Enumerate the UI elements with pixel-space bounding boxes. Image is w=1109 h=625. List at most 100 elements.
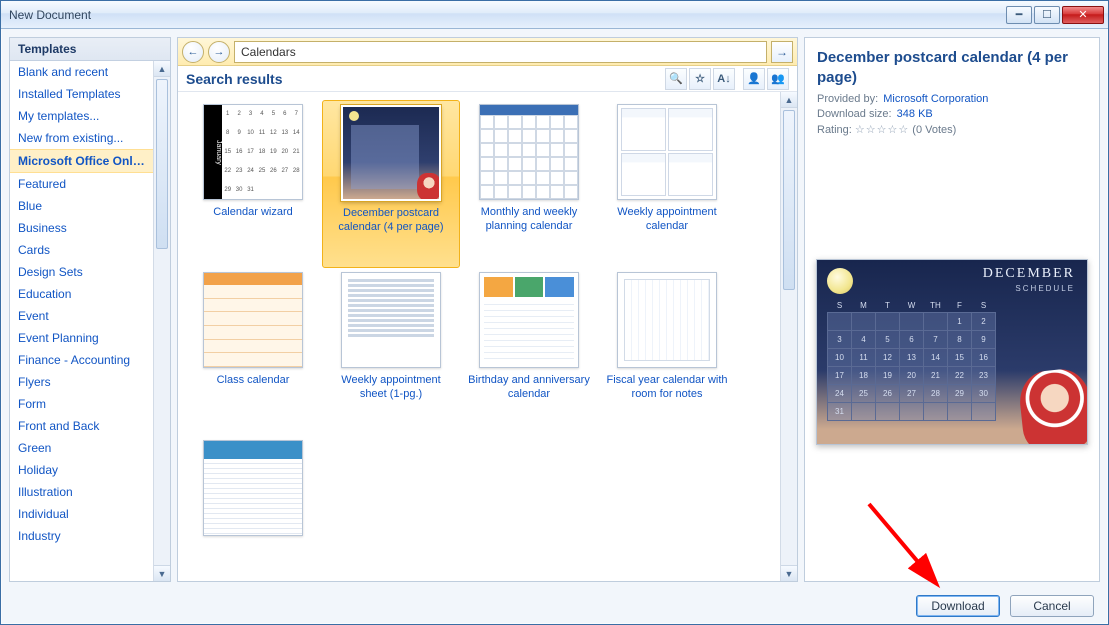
template-class-calendar[interactable]: Class calendar [184, 268, 322, 436]
download-size: Download size: 348 KB [817, 108, 1087, 120]
scroll-down-icon[interactable]: ▼ [781, 565, 797, 581]
forward-button[interactable]: → [208, 41, 230, 63]
thumbnail [203, 440, 303, 536]
details-panel: December postcard calendar (4 per page) … [804, 37, 1100, 582]
scroll-up-icon[interactable]: ▲ [154, 61, 170, 77]
thumbnail [617, 272, 717, 368]
maximize-button[interactable]: ☐ [1034, 6, 1060, 24]
template-december-postcard[interactable]: December postcard calendar (4 per page) [322, 100, 460, 268]
rating-votes: (0 Votes) [912, 124, 956, 136]
results-area: January123456789101112131415161718192021… [178, 92, 797, 581]
sidebar-item-design-sets[interactable]: Design Sets [10, 261, 153, 283]
sidebar-item-business[interactable]: Business [10, 217, 153, 239]
scroll-down-icon[interactable]: ▼ [154, 565, 170, 581]
sidebar-item-featured[interactable]: Featured [10, 173, 153, 195]
sidebar-scrollbar[interactable]: ▲ ▼ [153, 61, 170, 581]
sidebar-item-cards[interactable]: Cards [10, 239, 153, 261]
results-scrollbar[interactable]: ▲ ▼ [780, 92, 797, 581]
dialog-body: Templates Blank and recent Installed Tem… [1, 29, 1108, 588]
rating-row: Rating: ☆☆☆☆☆ (0 Votes) [817, 123, 1087, 136]
template-label: Weekly appointment calendar [603, 206, 731, 234]
titlebar: New Document ━ ☐ ✕ [1, 1, 1108, 29]
search-input[interactable]: Calendars [234, 41, 767, 63]
nav-toolbar: ← → Calendars → [178, 38, 797, 66]
sidebar-item-event[interactable]: Event [10, 305, 153, 327]
results-title: Search results [186, 71, 283, 87]
sidebar-item-my-templates[interactable]: My templates... [10, 105, 153, 127]
scroll-thumb[interactable] [783, 110, 795, 290]
template-label: Birthday and anniversary calendar [465, 374, 593, 402]
details-title: December postcard calendar (4 per page) [817, 48, 1087, 87]
star-icon: ☆☆☆☆☆ [855, 124, 909, 136]
thumbnail [341, 272, 441, 368]
sidebar-item-new-from-existing[interactable]: New from existing... [10, 127, 153, 149]
provided-by-value: Microsoft Corporation [883, 93, 988, 105]
sort-icon[interactable]: A↓ [713, 68, 735, 90]
preview-calendar-grid: SMTWTHFS12345678910111213141516171819202… [827, 300, 996, 421]
sidebar-item-office-online[interactable]: Microsoft Office Online [10, 149, 153, 173]
template-calendar-wizard[interactable]: January123456789101112131415161718192021… [184, 100, 322, 268]
results-grid: January123456789101112131415161718192021… [178, 92, 780, 581]
sidebar-item-blue[interactable]: Blue [10, 195, 153, 217]
sidebar-item-illustration[interactable]: Illustration [10, 481, 153, 503]
sidebar-item-finance-accounting[interactable]: Finance - Accounting [10, 349, 153, 371]
user-add-icon[interactable]: 👥 [767, 68, 789, 90]
download-size-label: Download size: [817, 108, 892, 120]
thumbnail [203, 272, 303, 368]
thumbnail [617, 104, 717, 200]
sidebar-list: Blank and recent Installed Templates My … [10, 61, 170, 581]
provided-by-label: Provided by: [817, 93, 878, 105]
thumbnail [479, 272, 579, 368]
sidebar-item-holiday[interactable]: Holiday [10, 459, 153, 481]
minimize-button[interactable]: ━ [1006, 6, 1032, 24]
thumbnail [341, 105, 441, 201]
template-label: December postcard calendar (4 per page) [327, 207, 455, 235]
sidebar-item-green[interactable]: Green [10, 437, 153, 459]
cancel-button[interactable]: Cancel [1010, 595, 1094, 617]
sidebar-item-front-and-back[interactable]: Front and Back [10, 415, 153, 437]
results-panel: ← → Calendars → Search results 🔍 ☆ A↓ 👤 … [177, 37, 798, 582]
template-birthday-anniversary[interactable]: Birthday and anniversary calendar [460, 268, 598, 436]
go-button[interactable]: → [771, 41, 793, 63]
template-newsletter[interactable] [184, 436, 322, 556]
template-monthly-weekly[interactable]: Monthly and weekly planning calendar [460, 100, 598, 268]
download-size-value: 348 KB [897, 108, 933, 120]
sidebar-item-industry[interactable]: Industry [10, 525, 153, 547]
sidebar-item-installed-templates[interactable]: Installed Templates [10, 83, 153, 105]
button-row: Download Cancel [1, 588, 1108, 624]
template-label: Calendar wizard [213, 206, 292, 220]
thumbnail: January123456789101112131415161718192021… [203, 104, 303, 200]
template-label: Fiscal year calendar with room for notes [603, 374, 731, 402]
view-detail-icon[interactable]: 🔍 [665, 68, 687, 90]
sidebar-item-flyers[interactable]: Flyers [10, 371, 153, 393]
preview-title: DECEMBER [983, 266, 1075, 282]
moon-icon [827, 268, 853, 294]
sidebar-item-education[interactable]: Education [10, 283, 153, 305]
back-button[interactable]: ← [182, 41, 204, 63]
template-label: Monthly and weekly planning calendar [465, 206, 593, 234]
rating-label: Rating: [817, 124, 852, 136]
download-button[interactable]: Download [916, 595, 1000, 617]
template-weekly-sheet[interactable]: Weekly appointment sheet (1-pg.) [322, 268, 460, 436]
scroll-up-icon[interactable]: ▲ [781, 92, 797, 108]
preview-subtitle: SCHEDULE [1015, 284, 1075, 293]
provided-by: Provided by: Microsoft Corporation [817, 93, 1087, 105]
sidebar-header: Templates [10, 38, 170, 61]
sidebar-item-individual[interactable]: Individual [10, 503, 153, 525]
sidebar-item-form[interactable]: Form [10, 393, 153, 415]
template-label: Weekly appointment sheet (1-pg.) [327, 374, 455, 402]
template-preview: DECEMBER SCHEDULE SMTWTHFS12345678910111… [816, 259, 1088, 445]
search-value: Calendars [241, 45, 296, 59]
new-document-window: New Document ━ ☐ ✕ Templates Blank and r… [0, 0, 1109, 625]
template-fiscal-year[interactable]: Fiscal year calendar with room for notes [598, 268, 736, 436]
sidebar-item-event-planning[interactable]: Event Planning [10, 327, 153, 349]
template-weekly-appointment[interactable]: Weekly appointment calendar [598, 100, 736, 268]
santa-icon [1017, 367, 1088, 445]
templates-sidebar: Templates Blank and recent Installed Tem… [9, 37, 171, 582]
sidebar-item-blank-and-recent[interactable]: Blank and recent [10, 61, 153, 83]
template-label: Class calendar [217, 374, 290, 388]
favorite-icon[interactable]: ☆ [689, 68, 711, 90]
close-button[interactable]: ✕ [1062, 6, 1104, 24]
user-icon[interactable]: 👤 [743, 68, 765, 90]
scroll-thumb[interactable] [156, 79, 168, 249]
